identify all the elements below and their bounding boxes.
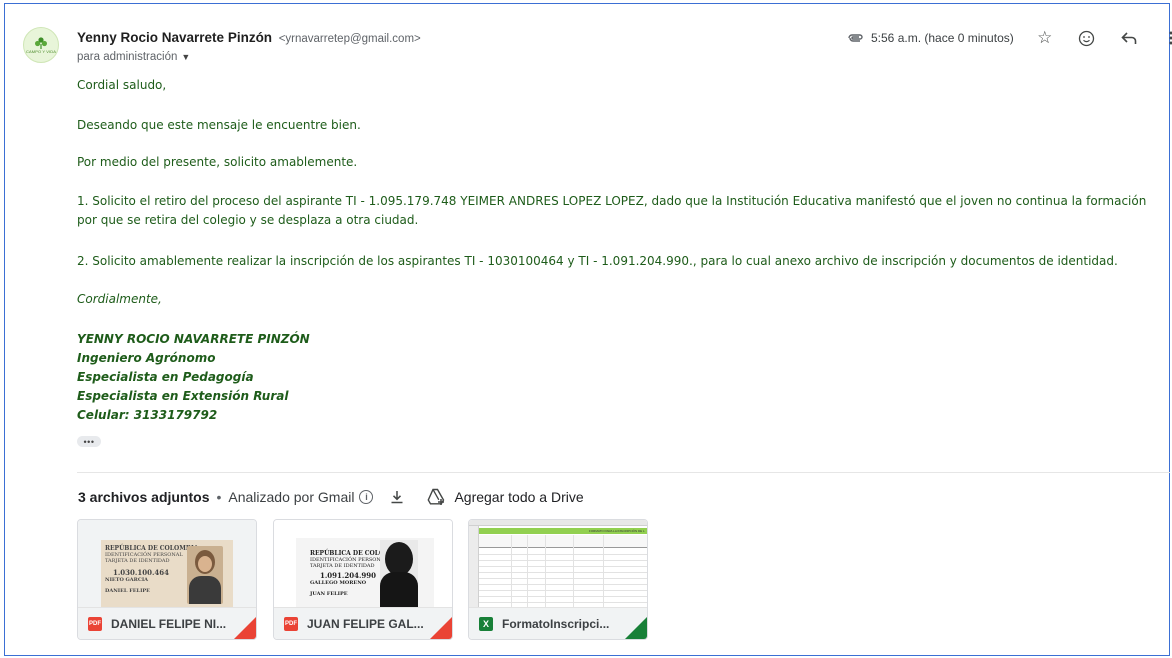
signature-title: Especialista en Pedagogía [77, 370, 254, 384]
signature-name: YENNY ROCIO NAVARRETE PINZÓN [77, 332, 310, 346]
photo-shoulders [189, 576, 221, 604]
photo-face [198, 556, 212, 572]
divider [77, 472, 1170, 473]
attachment-icon [848, 34, 863, 42]
grid-line [479, 566, 647, 567]
photo-head [385, 542, 413, 576]
grid-line [479, 572, 647, 573]
spreadsheet-preview: FORMATO PARA LA INSCRIPCIÓN DE L [469, 520, 647, 607]
attachment-filename: FormatoInscripci... [502, 617, 610, 631]
body-line: Por medio del presente, solicito amablem… [77, 155, 358, 169]
grid-line [479, 584, 647, 585]
signature-block: YENNY ROCIO NAVARRETE PINZÓN Ingeniero A… [77, 330, 310, 425]
message-timestamp: 5:56 a.m. (hace 0 minutos) [871, 31, 1014, 45]
attachments-bar: 3 archivos adjuntos • Analizado por Gmai… [78, 487, 584, 507]
pdf-icon: PDF [88, 617, 102, 631]
body-line: Deseando que este mensaje le encuentre b… [77, 118, 361, 132]
grid-line [479, 578, 647, 579]
photo-shoulders [380, 572, 418, 607]
thumb-text: TARJETA DE IDENTIDAD [310, 563, 375, 569]
attachment-filename: JUAN FELIPE GAL... [307, 617, 424, 631]
thumb-text: FORMATO PARA LA INSCRIPCIÓN DE L [589, 529, 645, 533]
thumb-text: TARJETA DE IDENTIDAD [105, 558, 170, 564]
sender-email: <yrnavarretep@gmail.com> [278, 33, 421, 45]
attachments-count: 3 archivos adjuntos [78, 489, 210, 505]
sender-avatar[interactable]: CAMPO Y VIDA [23, 27, 59, 63]
thumb-text: GALLEGO MORENO [310, 580, 367, 586]
signature-title: Ingeniero Agrónomo [77, 351, 216, 365]
attachment-footer[interactable]: PDF DANIEL FELIPE NI... [78, 607, 256, 639]
show-trimmed-content-button[interactable]: ••• [77, 436, 101, 447]
attachment-card[interactable]: REPÚBLICA DE COLOMBIA IDENTIFICACIÓN PER… [77, 519, 257, 640]
grid-line [479, 596, 647, 597]
scanned-label: Analizado por Gmail [228, 489, 355, 505]
id-card-image: REPÚBLICA DE COLOMBIA IDENTIFICACIÓN PER… [101, 540, 233, 607]
grid-line [479, 560, 647, 561]
greeting: Cordial saludo, [77, 78, 167, 92]
thumb-text: NIETO GARCIA [105, 577, 149, 583]
separator: • [216, 489, 222, 505]
info-icon[interactable]: i [359, 490, 374, 504]
attachment-thumbnail[interactable]: REPÚBLICA DE COLOMBIA IDENTIFICACIÓN PER… [274, 520, 452, 607]
closing: Cordialmente, [77, 292, 162, 306]
grid-line [479, 590, 647, 591]
sheet-row-numbers [469, 526, 479, 607]
star-icon[interactable]: ☆ [1034, 27, 1056, 49]
thumb-text: 1.091.204.990 [320, 571, 377, 580]
request-item-2: 2. Solicito amablemente realizar la insc… [77, 254, 1118, 268]
chevron-down-icon[interactable]: ▼ [181, 52, 190, 62]
attachment-thumbnail[interactable]: REPÚBLICA DE COLOMBIA IDENTIFICACIÓN PER… [78, 520, 256, 607]
clover-logo-icon [35, 36, 47, 49]
thumb-text: REPÚBLICA DE COLOMBIA [105, 545, 199, 552]
spreadsheet-icon: X [479, 617, 493, 631]
avatar-logo-text: CAMPO Y VIDA [26, 48, 56, 54]
sheet-column-header [469, 520, 647, 526]
attachment-thumbnail[interactable]: FORMATO PARA LA INSCRIPCIÓN DE L [469, 520, 647, 607]
grid-line [479, 602, 647, 603]
add-all-to-drive-link[interactable]: Agregar todo a Drive [454, 489, 583, 505]
sender-name[interactable]: Yenny Rocio Navarrete Pinzón [77, 30, 272, 45]
emoji-icon[interactable] [1076, 27, 1098, 49]
file-corner-icon [625, 617, 647, 639]
download-all-icon[interactable] [389, 489, 405, 505]
attachment-filename: DANIEL FELIPE NI... [111, 617, 227, 631]
recipient-line[interactable]: para administración ▼ [77, 51, 190, 63]
add-to-drive-icon[interactable] [426, 488, 446, 506]
signature-title: Especialista en Extensión Rural [77, 389, 289, 403]
attachment-footer[interactable]: PDF JUAN FELIPE GAL... [274, 607, 452, 639]
thumb-text: 1.030.100.464 [113, 568, 170, 577]
attachment-card[interactable]: REPÚBLICA DE COLOMBIA IDENTIFICACIÓN PER… [273, 519, 453, 640]
file-corner-icon [234, 617, 256, 639]
request-item-1: 1. Solicito el retiro del proceso del as… [77, 194, 1147, 227]
id-card-image: REPÚBLICA DE COLOMBIA IDENTIFICACIÓN PER… [296, 538, 434, 607]
sender-line: Yenny Rocio Navarrete Pinzón <yrnavarret… [77, 30, 421, 45]
file-corner-icon [430, 617, 452, 639]
thumb-text: JUAN FELIPE [310, 591, 348, 597]
attachment-footer[interactable]: X FormatoInscripci... [469, 607, 647, 639]
recipient-label: para administración [77, 51, 178, 63]
pdf-icon: PDF [284, 617, 298, 631]
more-vert-icon[interactable] [1160, 27, 1172, 49]
reply-icon[interactable] [1118, 27, 1140, 49]
sheet-subheader [479, 535, 647, 548]
grid-line [479, 554, 647, 555]
signature-phone: Celular: 3133179792 [77, 408, 218, 422]
message-actions: 5:56 a.m. (hace 0 minutos) ☆ [846, 28, 1172, 48]
thumb-text: DANIEL FELIPE [105, 588, 150, 594]
attachment-card[interactable]: FORMATO PARA LA INSCRIPCIÓN DE L X Forma… [468, 519, 648, 640]
